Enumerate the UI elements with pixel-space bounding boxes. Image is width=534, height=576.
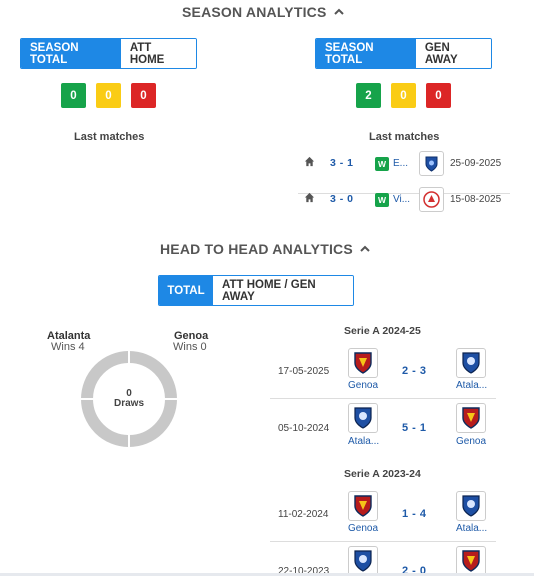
home-icon — [304, 192, 315, 203]
opponent-name[interactable]: E... — [393, 158, 408, 169]
genoa-crest-icon — [456, 403, 486, 433]
match-score: 2 - 3 — [402, 365, 427, 377]
tab-att-home-gen-away[interactable]: ATT HOME / GEN AWAY — [213, 276, 353, 305]
match-date: 05-10-2024 — [278, 423, 330, 434]
genoa-crest-icon — [348, 491, 378, 521]
h2h-match-row[interactable]: 05-10-2024 Atala... 5 - 1 Genoa — [270, 399, 496, 456]
tab-season-total-gen[interactable]: SEASON TOTAL — [316, 39, 416, 68]
match-date: 15-08-2025 — [450, 194, 502, 205]
att-wins-count: 0 — [61, 83, 86, 108]
last-match-row[interactable]: 3 - 0 W Vi... 15-08-2025 — [298, 187, 510, 230]
gen-draws-count: 0 — [391, 83, 416, 108]
chevron-up-icon — [360, 245, 370, 252]
att-draws-count: 0 — [96, 83, 121, 108]
genoa-crest-icon — [348, 348, 378, 378]
home-team-name[interactable]: Genoa — [348, 523, 378, 534]
win-badge: W — [375, 193, 389, 207]
chevron-up-icon — [333, 8, 344, 15]
empoli-crest-icon — [419, 151, 444, 176]
match-date: 11-02-2024 — [278, 509, 329, 520]
away-team-wins: Wins 0 — [173, 341, 207, 353]
match-score: 3 - 0 — [330, 193, 354, 205]
win-badge: W — [375, 157, 389, 171]
gen-losses-count: 0 — [426, 83, 451, 108]
tab-total[interactable]: TOTAL — [159, 276, 213, 305]
h2h-toggle: TOTAL ATT HOME / GEN AWAY — [158, 275, 354, 306]
tab-season-total-att[interactable]: SEASON TOTAL — [21, 39, 121, 68]
season-analytics-header[interactable]: SEASON ANALYTICS — [182, 4, 345, 20]
match-score: 1 - 4 — [402, 508, 427, 520]
away-team-name[interactable]: Genoa — [456, 436, 486, 447]
h2h-analytics-header[interactable]: HEAD TO HEAD ANALYTICS — [160, 241, 371, 257]
match-date: 25-09-2025 — [450, 158, 502, 169]
gen-season-toggle: SEASON TOTAL GEN AWAY — [315, 38, 492, 69]
match-score: 3 - 1 — [330, 157, 354, 169]
gen-last-matches-label: Last matches — [369, 131, 440, 143]
h2h-match-row[interactable]: 22-10-2023 2 - 0 — [270, 542, 496, 576]
h2h-match-row[interactable]: 17-05-2025 Genoa 2 - 3 Atala... — [270, 342, 496, 399]
match-score: 5 - 1 — [402, 422, 427, 434]
vicenza-crest-icon — [419, 187, 444, 212]
opponent-name[interactable]: Vi... — [393, 194, 410, 205]
competition-title: Serie A 2024-25 — [344, 325, 421, 337]
atalanta-crest-icon — [348, 546, 378, 576]
home-team-name[interactable]: Atala... — [348, 436, 379, 447]
genoa-crest-icon — [456, 546, 486, 576]
atalanta-crest-icon — [348, 403, 378, 433]
last-match-row[interactable]: 3 - 1 W E... 25-09-2025 — [298, 151, 510, 194]
away-team-name[interactable]: Atala... — [456, 523, 487, 534]
competition-title: Serie A 2023-24 — [344, 468, 421, 480]
tab-att-home[interactable]: ATT HOME — [120, 39, 196, 68]
away-team-name[interactable]: Atala... — [456, 380, 487, 391]
att-losses-count: 0 — [131, 83, 156, 108]
h2h-analytics-title: HEAD TO HEAD ANALYTICS — [160, 241, 353, 257]
home-icon — [304, 156, 315, 167]
draws-label: Draws — [113, 398, 144, 409]
home-team-name[interactable]: Genoa — [348, 380, 378, 391]
atalanta-crest-icon — [456, 491, 486, 521]
tab-gen-away[interactable]: GEN AWAY — [415, 39, 491, 68]
gen-wins-count: 2 — [356, 83, 381, 108]
match-date: 17-05-2025 — [278, 366, 330, 377]
att-last-matches-label: Last matches — [74, 131, 145, 143]
att-season-toggle: SEASON TOTAL ATT HOME — [20, 38, 197, 69]
h2h-match-row[interactable]: 11-02-2024 Genoa 1 - 4 Atala... — [270, 485, 496, 542]
season-analytics-title: SEASON ANALYTICS — [182, 4, 327, 20]
atalanta-crest-icon — [456, 348, 486, 378]
